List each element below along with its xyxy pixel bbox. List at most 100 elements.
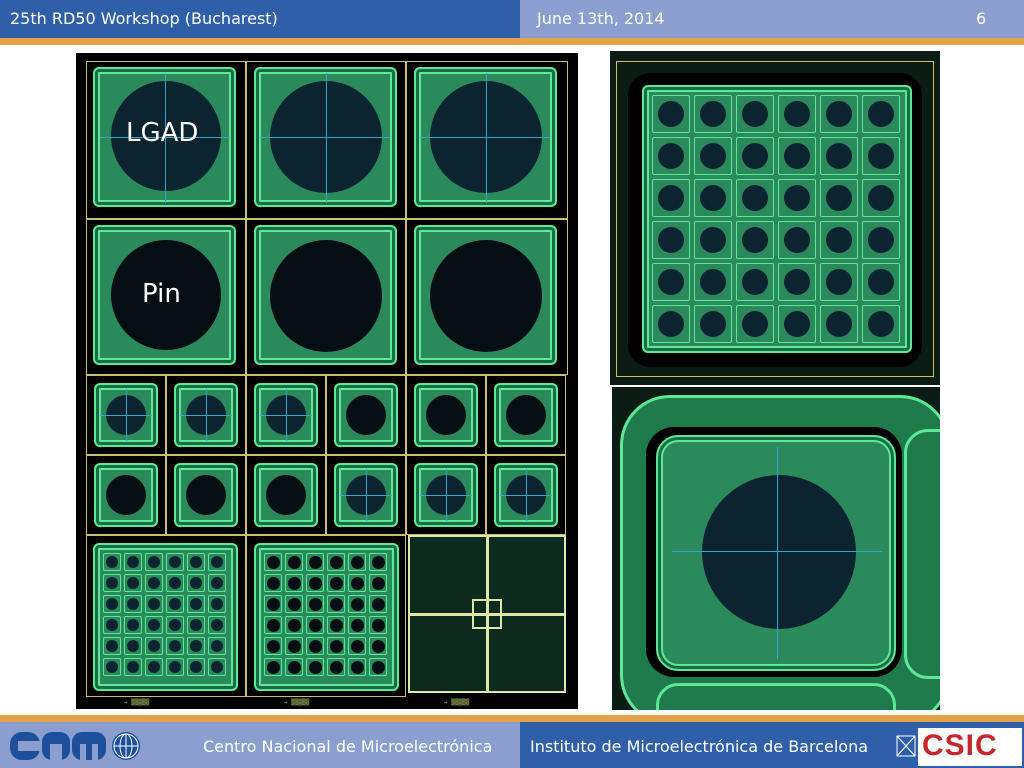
structure-code: → ▒▒▒▒▒ [444,699,470,706]
structure-code: → ▒▒▒▒▒ [284,699,310,706]
header-accent-bar [0,38,1024,45]
pixel-active-area [371,618,385,632]
layout-panel-matrix [610,51,940,385]
pixel-active-area [211,556,223,568]
pixel-active-area [106,661,118,673]
pixel-active-area [308,639,322,653]
neighbor-pad [656,683,896,710]
pixel-active-area [329,555,343,569]
pixel-active-area [287,660,301,674]
layout-panel-left: LGAD Pin → ▒▒▒▒▒ → ▒▒▒▒▒ → ▒▒▒▒▒ [76,53,578,709]
pixel-active-area [308,660,322,674]
crosshair [500,495,552,496]
pixel-active-area [868,311,894,337]
pixel-active-area [784,143,810,169]
crosshair [260,415,312,416]
pixel-active-area [127,640,139,652]
pixel-active-area [868,101,894,127]
pixel-active-area [350,576,364,590]
small-active-area [186,475,226,515]
pixel-active-area [329,597,343,611]
pixel-active-area [658,227,684,253]
pixel-active-area [308,555,322,569]
emblem-icon [896,735,916,757]
pixel-active-area [371,555,385,569]
pixel-active-area [868,227,894,253]
pixel-active-area [308,618,322,632]
crosshair [180,415,232,416]
pixel-active-area [148,619,160,631]
pixel-active-area [211,640,223,652]
pixel-active-area [784,185,810,211]
pixel-active-area [826,269,852,295]
pixel-active-area [826,311,852,337]
pixel-active-area [190,598,202,610]
pixel-active-area [784,269,810,295]
pixel-active-area [169,577,181,589]
pixel-active-area [211,661,223,673]
pixel-active-area [658,101,684,127]
presentation-date: June 13th, 2014 [537,9,665,28]
pixel-active-area [350,555,364,569]
pixel-active-area [700,227,726,253]
pixel-active-area [266,639,280,653]
csic-logo: CSIC [918,728,1022,766]
cnm-logo [10,730,106,762]
pixel-active-area [148,661,160,673]
pixel-active-area [784,311,810,337]
footer-institute-name: Instituto de Microelectrónica de Barcelo… [530,737,869,756]
pixel-active-area [371,576,385,590]
pixel-active-area [127,619,139,631]
pixel-active-area [742,143,768,169]
pixel-active-area [148,640,160,652]
pixel-active-area [266,618,280,632]
pixel-active-area [169,556,181,568]
pixel-active-area [742,101,768,127]
test-structure [408,535,566,693]
pixel-active-area [106,556,118,568]
pixel-active-area [287,639,301,653]
crosshair [420,495,472,496]
pixel-active-area [190,577,202,589]
pixel-active-area [658,143,684,169]
pixel-active-area [700,143,726,169]
crosshair [486,73,487,203]
pin-active-area [430,240,542,352]
zoom-active-area [702,475,856,629]
pixel-active-area [371,597,385,611]
footer-center-name: Centro Nacional de Microelectrónica [203,737,493,756]
pixel-active-area [826,101,852,127]
pixel-active-area [308,576,322,590]
pixel-active-area [742,227,768,253]
csic-logo-text: CSIC [922,729,998,762]
pixel-active-area [350,660,364,674]
pixel-active-area [148,598,160,610]
pixel-active-area [350,639,364,653]
crosshair [420,137,550,138]
pixel-array-lgad [93,543,238,691]
pixel-active-area [106,577,118,589]
crosshair [777,447,778,659]
pixel-active-area [148,577,160,589]
pixel-active-area [350,618,364,632]
slide-number: 6 [976,9,987,28]
pixel-active-area [700,101,726,127]
pixel-active-area [658,185,684,211]
header-left-bar: 25th RD50 Workshop (Bucharest) [0,0,520,38]
pixel-active-area [266,576,280,590]
crosshair [340,495,392,496]
pixel-active-area [329,576,343,590]
pixel-active-area [868,143,894,169]
footer-accent-bar [0,715,1024,722]
pixel-active-area [742,269,768,295]
csic-emblem-icon [896,735,916,757]
pixel-active-area [169,619,181,631]
pixel-active-area [287,555,301,569]
pixel-active-area [700,311,726,337]
pixel-active-area [169,661,181,673]
pixel-active-area [266,660,280,674]
small-active-area [426,395,466,435]
pixel-active-area [287,576,301,590]
pixel-active-area [127,577,139,589]
pixel-active-area [169,640,181,652]
